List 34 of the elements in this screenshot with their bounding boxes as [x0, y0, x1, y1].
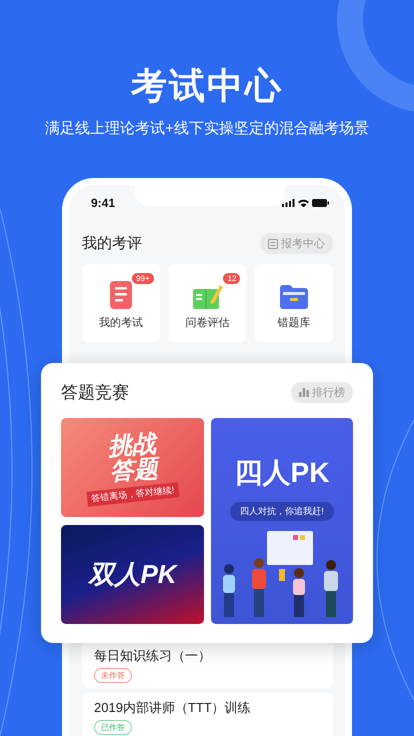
- battery-icon: [312, 199, 329, 207]
- folder-icon: [280, 285, 308, 309]
- banner-caption: 四人对抗，你追我赶!: [230, 502, 334, 521]
- count-badge: 12: [223, 273, 240, 284]
- task-title: 每日知识练习（一）: [94, 647, 211, 665]
- feature-tile[interactable]: 错题库: [255, 264, 334, 342]
- feature-tile[interactable]: 问卷评估 12: [168, 264, 246, 342]
- challenge-banner[interactable]: 挑战答题 答错离场，答对继续!: [61, 418, 204, 517]
- subtitle: 满足线上理论考试+线下实操坚定的混合融考场景: [45, 119, 369, 138]
- tile-label: 问卷评估: [186, 316, 230, 330]
- form-icon: [268, 238, 278, 248]
- status-tag: 已作答: [94, 720, 132, 735]
- status-time: 9:41: [91, 196, 116, 210]
- banner-caption: 答错离场，答对继续!: [86, 482, 179, 506]
- bar-chart-icon: [299, 388, 309, 397]
- wifi-icon: [298, 199, 309, 207]
- banner-title: 双人PK: [88, 558, 177, 591]
- count-badge: 99+: [132, 273, 154, 284]
- section-title: 我的考评: [82, 234, 142, 253]
- feature-tile[interactable]: 我的考试 99+: [82, 264, 160, 342]
- signal-icon: [282, 199, 295, 207]
- task-card[interactable]: 每日知识练习（一） 未作答: [82, 641, 333, 688]
- document-icon: [110, 281, 132, 309]
- task-card[interactable]: 2019内部讲师（TTT）训练 已作答: [82, 693, 333, 736]
- task-title: 2019内部讲师（TTT）训练: [94, 699, 251, 717]
- status-tag: 未作答: [94, 668, 132, 683]
- duo-pk-banner[interactable]: 双人PK: [61, 525, 204, 624]
- tile-label: 我的考试: [98, 316, 143, 330]
- tile-label: 错题库: [278, 316, 311, 330]
- headline: 考试中心: [131, 64, 283, 108]
- banner-title: 四人PK: [234, 456, 330, 490]
- four-pk-banner[interactable]: 四人PK 四人对抗，你追我赶!: [211, 418, 353, 624]
- card-title: 答题竞赛: [61, 382, 129, 404]
- notebook-pencil-icon: [192, 283, 222, 309]
